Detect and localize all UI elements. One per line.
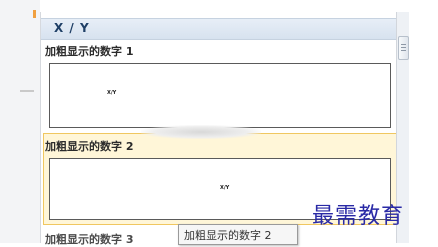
orange-marker — [33, 10, 36, 18]
gallery-item-2-preview: X/Y — [220, 185, 230, 191]
gallery-section-header: X / Y — [41, 18, 397, 40]
thumb-grip-icon — [401, 47, 406, 48]
watermark-text: 最需教育 — [312, 204, 405, 229]
blurred-region — [141, 125, 261, 139]
scrollbar-thumb[interactable] — [398, 36, 409, 60]
thumb-grip-icon — [401, 44, 406, 45]
hover-tooltip: 加粗显示的数字 2 — [178, 224, 298, 245]
left-panel-strip — [0, 0, 40, 243]
gallery-item-3-label[interactable]: 加粗显示的数字 3 — [45, 231, 133, 247]
gallery-item-1-label: 加粗显示的数字 1 — [45, 45, 134, 58]
gallery-item-1[interactable]: X/Y — [49, 63, 391, 128]
thumb-grip-icon — [401, 50, 406, 51]
divider-line — [20, 90, 34, 92]
section-title: X / Y — [54, 21, 90, 35]
gallery-item-2-label: 加粗显示的数字 2 — [45, 140, 134, 153]
tooltip-text: 加粗显示的数字 2 — [184, 229, 272, 242]
gallery-item-1-preview: X/Y — [107, 90, 117, 96]
